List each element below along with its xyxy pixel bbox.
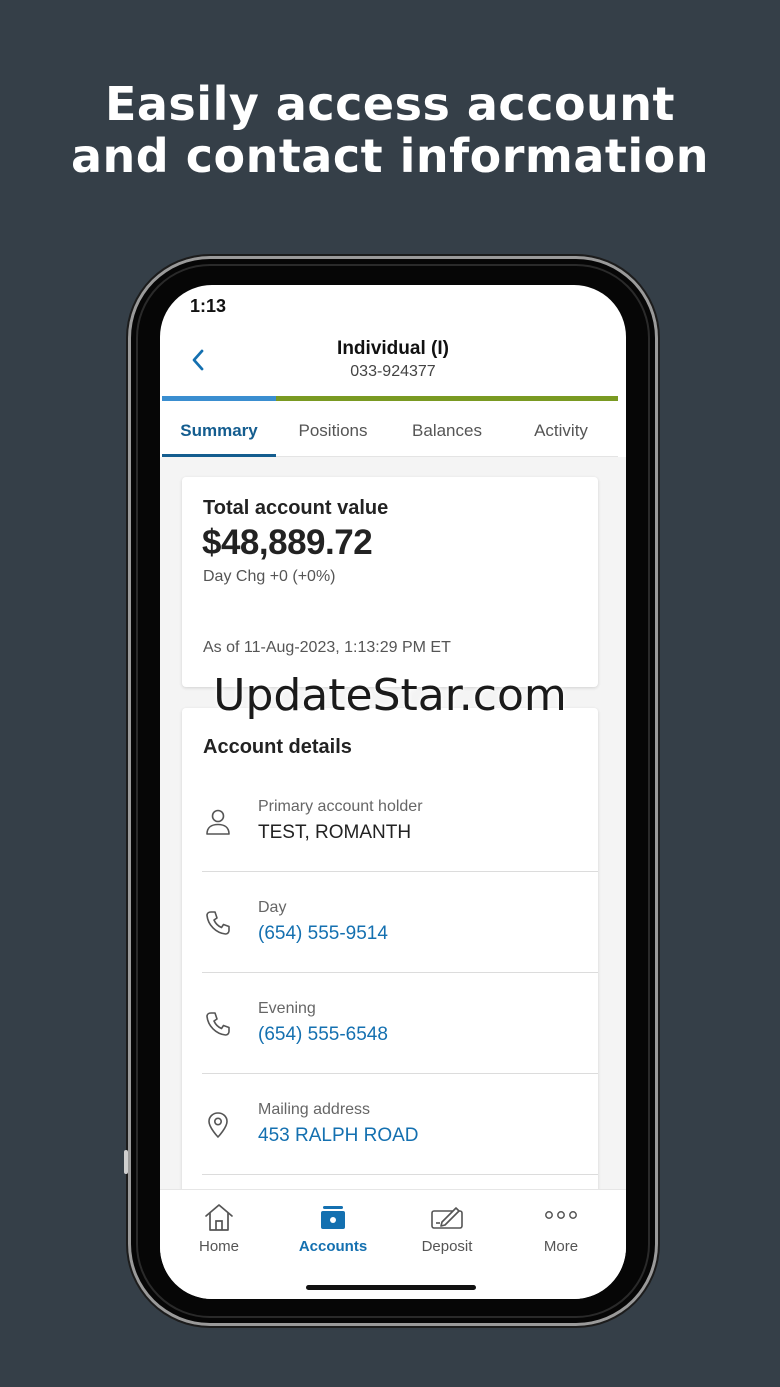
tab-activity[interactable]: Activity	[504, 406, 618, 456]
home-icon	[162, 1200, 276, 1234]
bottom-navigation: Home Accounts Deposit More	[160, 1189, 626, 1299]
nav-home[interactable]: Home	[162, 1190, 276, 1270]
account-progress-bar	[162, 396, 618, 401]
person-icon	[202, 806, 234, 838]
account-details-title: Account details	[203, 736, 352, 758]
check-deposit-icon	[390, 1200, 504, 1234]
more-dots-icon	[504, 1200, 618, 1234]
mailing-address-link[interactable]: 453 RALPH ROAD	[258, 1125, 419, 1147]
nav-label: Deposit	[421, 1238, 473, 1255]
tab-balances[interactable]: Balances	[390, 406, 504, 456]
home-indicator	[306, 1285, 476, 1290]
headline-line-2: and contact information	[70, 129, 710, 183]
account-details-card: Account details Primary account holder T…	[182, 708, 598, 1189]
total-value-label: Total account value	[203, 497, 389, 519]
as-of-timestamp: As of 11-Aug-2023, 1:13:29 PM ET	[203, 639, 451, 656]
evening-phone-link[interactable]: (654) 555-6548	[258, 1024, 388, 1046]
watermark: UpdateStar.com	[213, 670, 567, 721]
detail-row-account-holder: Primary account holder TEST, ROMANTH	[202, 770, 598, 872]
day-change: Day Chg +0 (+0%)	[203, 568, 336, 585]
nav-label: More	[543, 1238, 579, 1255]
briefcase-icon	[276, 1200, 390, 1234]
total-value-amount: $48,889.72	[202, 523, 373, 562]
total-account-value-card: Total account value $48,889.72 Day Chg +…	[182, 477, 598, 687]
nav-more[interactable]: More	[504, 1190, 618, 1270]
nav-accounts[interactable]: Accounts	[276, 1190, 390, 1270]
detail-label: Primary account holder	[258, 798, 423, 815]
detail-label: Evening	[258, 1000, 316, 1017]
phone-icon	[202, 907, 234, 939]
detail-label: Day	[258, 899, 287, 916]
phone-screen: 1:13 Individual (I) 033-924377 Summary P…	[160, 285, 626, 1299]
status-time: 1:13	[190, 296, 227, 316]
account-holder-name: TEST, ROMANTH	[258, 822, 412, 843]
account-name: Individual (I)	[337, 338, 449, 359]
nav-label: Accounts	[298, 1238, 368, 1255]
tab-label: Activity	[534, 421, 588, 440]
tab-label: Balances	[412, 421, 482, 440]
detail-row-mailing-address: Mailing address 453 RALPH ROAD	[202, 1073, 598, 1175]
tab-label: Summary	[180, 421, 258, 440]
promo-headline: Easily access account and contact inform…	[0, 78, 780, 182]
tab-bar: Summary Positions Balances Activity	[162, 406, 618, 457]
nav-deposit[interactable]: Deposit	[390, 1190, 504, 1270]
phone-side-button	[124, 1150, 128, 1174]
phone-icon	[202, 1008, 234, 1040]
detail-row-day-phone: Day (654) 555-9514	[202, 871, 598, 973]
progress-fill	[162, 396, 276, 401]
tab-label: Positions	[298, 421, 368, 440]
detail-label: Mailing address	[258, 1101, 371, 1118]
day-phone-link[interactable]: (654) 555-9514	[258, 923, 388, 945]
summary-content[interactable]: Total account value $48,889.72 Day Chg +…	[160, 457, 626, 1189]
tab-summary[interactable]: Summary	[162, 406, 276, 457]
nav-label: Home	[198, 1238, 239, 1255]
location-pin-icon	[202, 1109, 234, 1141]
account-number: 033-924377	[350, 363, 436, 380]
tab-positions[interactable]: Positions	[276, 406, 390, 456]
detail-row-evening-phone: Evening (654) 555-6548	[202, 972, 598, 1074]
headline-line-1: Easily access account	[104, 77, 676, 131]
